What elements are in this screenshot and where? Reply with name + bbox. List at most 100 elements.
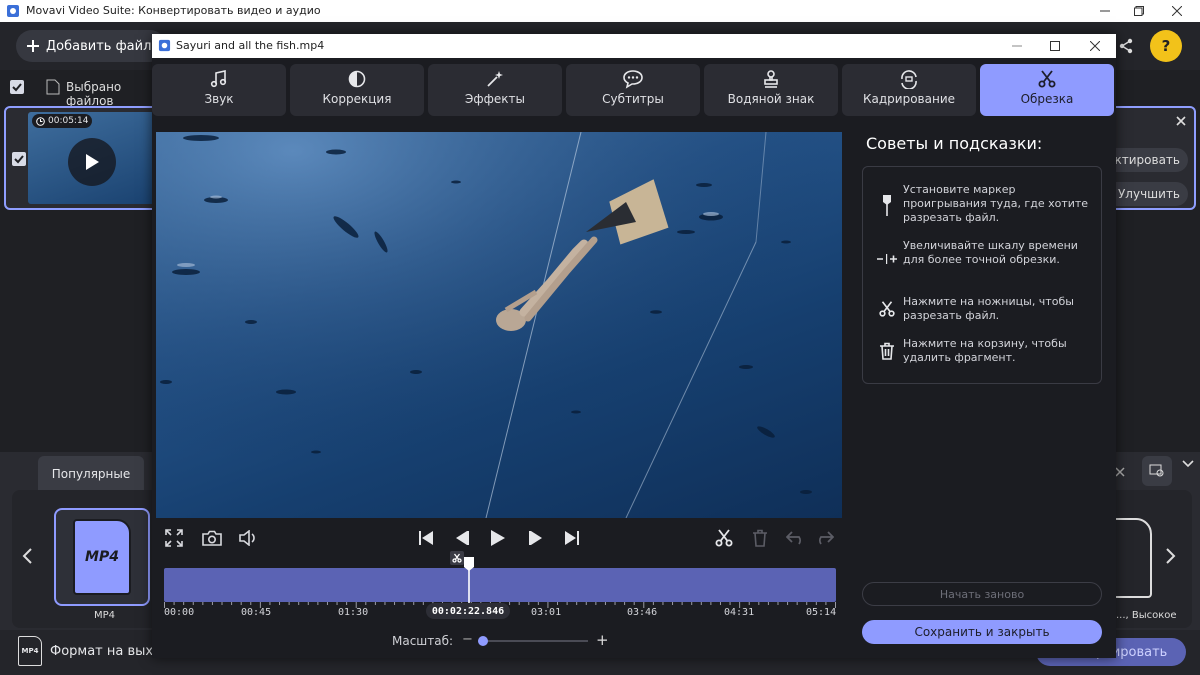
tip-text: Нажмите на корзину, чтобы удалить фрагме… (903, 337, 1067, 364)
plus-icon (27, 40, 39, 52)
tab-crop[interactable]: Кадрирование (842, 64, 976, 116)
file-checkbox[interactable] (12, 152, 26, 166)
zoom-slider-thumb[interactable] (478, 636, 488, 646)
redo-button[interactable] (810, 524, 838, 552)
dialog-logo-icon (158, 39, 171, 52)
time-label: 00:45 (241, 607, 272, 618)
dvd-format-icon[interactable] (1112, 518, 1152, 598)
playhead[interactable] (463, 556, 475, 606)
play-icon (86, 154, 99, 170)
app-logo-icon (6, 4, 20, 18)
zoom-control: Масштаб: − + (392, 631, 612, 652)
magic-wand-icon (487, 71, 503, 87)
scissors-icon (875, 297, 899, 321)
restart-button[interactable]: Начать заново (862, 582, 1102, 606)
dialog-title: Sayuri and all the fish.mp4 (176, 39, 325, 52)
tips-box: Установите маркер проигрывания туда, где… (862, 166, 1102, 384)
redo-icon (818, 531, 834, 545)
trash-icon (753, 529, 767, 547)
cut-button[interactable] (710, 524, 738, 552)
add-files-label: Добавить файлы (46, 38, 162, 54)
chevron-down-icon[interactable] (1182, 460, 1194, 468)
tab-popular[interactable]: Популярные (38, 456, 144, 492)
play-thumbnail-button[interactable] (68, 138, 116, 186)
go-to-end-button[interactable] (558, 524, 586, 552)
time-label: 03:01 (531, 607, 562, 618)
time-label: 00:00 (164, 607, 195, 618)
tab-popular-label: Популярные (51, 467, 131, 481)
delete-fragment-button[interactable] (746, 524, 774, 552)
speaker-icon (239, 530, 255, 546)
chevron-right-icon[interactable] (1166, 548, 1176, 564)
time-label: 01:30 (338, 607, 369, 618)
tip-text: Нажмите на ножницы, чтобы разрезать файл… (903, 295, 1074, 322)
play-icon (491, 530, 505, 546)
step-back-icon (456, 531, 469, 545)
file-card[interactable]: 00:05:14 (4, 106, 164, 210)
go-to-start-button[interactable] (412, 524, 440, 552)
next-frame-button[interactable] (522, 524, 550, 552)
chevron-left-icon[interactable] (22, 548, 32, 564)
current-time: 00:02:22.846 (426, 603, 510, 619)
previous-frame-button[interactable] (448, 524, 476, 552)
duration-badge: 00:05:14 (32, 114, 93, 128)
duration-text: 00:05:14 (48, 116, 89, 126)
dialog-minimize-button[interactable] (998, 35, 1036, 57)
minimize-button[interactable] (1086, 0, 1124, 22)
snapshot-button[interactable] (198, 524, 226, 552)
music-note-icon (210, 70, 227, 88)
save-close-label: Сохранить и закрыть (914, 625, 1050, 639)
zoom-scale-icon (875, 247, 899, 271)
zoom-slider-track[interactable] (478, 640, 588, 642)
format-mp4-card[interactable]: MP4 (54, 508, 150, 606)
tab-label: Эффекты (465, 92, 525, 106)
tab-sound[interactable]: Звук (152, 64, 286, 116)
restore-button[interactable] (1120, 0, 1158, 22)
dialog-close-button[interactable] (1076, 35, 1114, 57)
mp4-icon-text: MP4 (85, 549, 119, 565)
help-button[interactable]: ? (1150, 30, 1182, 62)
check-icon (12, 83, 22, 92)
save-and-close-button[interactable]: Сохранить и закрыть (862, 620, 1102, 644)
document-icon (46, 79, 60, 95)
play-button[interactable] (484, 524, 512, 552)
close-icon (1115, 467, 1125, 477)
undo-button[interactable] (782, 524, 810, 552)
fullscreen-button[interactable] (160, 524, 188, 552)
tab-label: Обрезка (1020, 92, 1074, 106)
scissors-icon (715, 529, 733, 547)
select-all-checkbox[interactable] (10, 80, 24, 94)
crop-rotate-icon (901, 70, 917, 89)
timeline-track[interactable] (164, 568, 836, 602)
tab-effects[interactable]: Эффекты (428, 64, 562, 116)
time-label: 04:31 (724, 607, 755, 618)
tab-subtitles[interactable]: Субтитры (566, 64, 700, 116)
zoom-out-button[interactable]: − (462, 632, 473, 647)
tip-text: Установите маркер проигрывания туда, где… (903, 183, 1089, 224)
zoom-in-button[interactable]: + (596, 631, 609, 649)
dialog-titlebar: Sayuri and all the fish.mp4 (152, 34, 1116, 58)
tab-label: Субтитры (602, 92, 664, 106)
time-label: 05:14 (806, 607, 837, 618)
main-titlebar: Movavi Video Suite: Конвертировать видео… (0, 0, 1200, 22)
scissors-icon (1038, 70, 1056, 88)
skip-start-icon (419, 531, 433, 545)
volume-button[interactable] (234, 524, 262, 552)
fullscreen-icon (165, 529, 183, 547)
device-detect-button[interactable] (1142, 456, 1172, 486)
format-mp4-label: MP4 (94, 610, 116, 621)
cut-marker[interactable] (450, 551, 465, 565)
video-preview[interactable] (156, 132, 842, 518)
underwater-scene (156, 132, 842, 518)
selection-row: Выбрано файлов (0, 72, 160, 108)
close-button[interactable] (1158, 0, 1196, 22)
tab-label: Водяной знак (727, 92, 815, 106)
tab-correction[interactable]: Коррекция (290, 64, 424, 116)
tab-trim[interactable]: Обрезка (980, 64, 1114, 116)
add-files-button[interactable]: Добавить файлы (16, 30, 166, 62)
clock-icon (36, 116, 45, 126)
dialog-maximize-button[interactable] (1036, 35, 1074, 57)
tip-text: Увеличивайте шкалу времени для более точ… (903, 239, 1078, 266)
tab-watermark[interactable]: Водяной знак (704, 64, 838, 116)
remove-file-icon[interactable] (1176, 116, 1186, 126)
